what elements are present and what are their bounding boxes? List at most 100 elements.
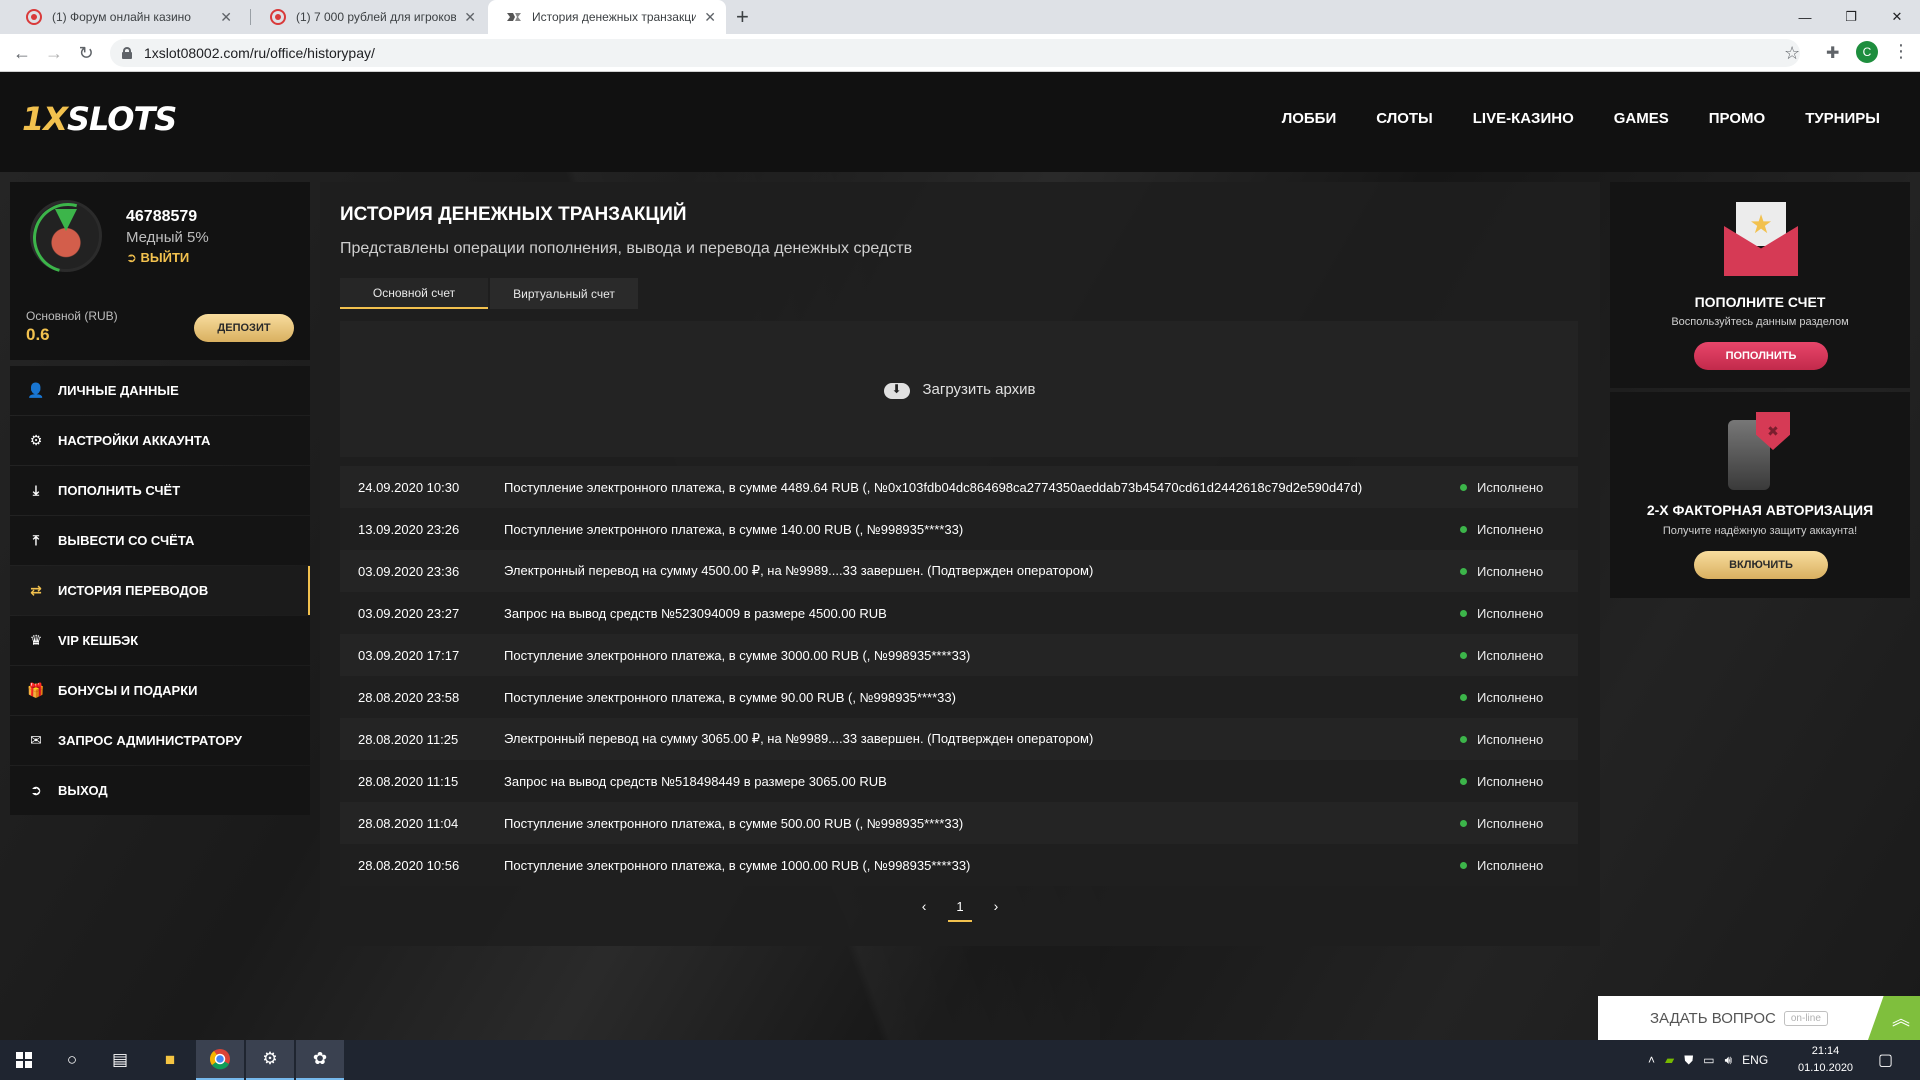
status-dot-icon [1460, 735, 1467, 743]
menu-bonuses[interactable]: 🎁 БОНУСЫ И ПОДАРКИ [10, 666, 310, 715]
clock[interactable]: 21:14 01.10.2020 [1798, 1043, 1853, 1077]
status-label: Исполнено [1477, 479, 1544, 495]
minimize-button[interactable]: — [1782, 0, 1828, 34]
language-indicator[interactable]: ENG [1742, 1053, 1768, 1067]
row-status: Исполнено [1460, 774, 1578, 789]
back-icon[interactable]: ← [10, 41, 34, 65]
site-header: 1XSLOTS ЛОББИ СЛОТЫ LIVE-КАЗИНО GAMES ПР… [0, 72, 1920, 172]
nav-lobby[interactable]: ЛОББИ [1282, 110, 1337, 127]
menu-admin-request[interactable]: ✉ ЗАПРОС АДМИНИСТРАТОРУ [10, 716, 310, 765]
gift-icon: 🎁 [27, 682, 45, 698]
menu-label: ВЫХОД [58, 783, 108, 798]
rank-medal-icon [30, 200, 102, 272]
upload-icon: ⤒ [32, 532, 40, 548]
phone-shield-icon: ✖ [1728, 412, 1802, 492]
nav-slots[interactable]: СЛОТЫ [1376, 110, 1433, 127]
nvidia-icon[interactable]: ▰ [1665, 1053, 1674, 1067]
extensions-icon[interactable]: ✚ [1826, 43, 1839, 63]
two-factor-widget: ✖ 2-Х ФАКТОРНАЯ АВТОРИЗАЦИЯ Получите над… [1610, 392, 1910, 598]
menu-deposit[interactable]: ⤓ ПОПОЛНИТЬ СЧЁТ [10, 466, 310, 515]
notifications-icon[interactable]: ▢ [1878, 1040, 1893, 1080]
tab-main-account[interactable]: Основной счет [340, 278, 488, 309]
widget-text: Получите надёжную защиту аккаунта! [1662, 525, 1858, 537]
table-row: 13.09.2020 23:26 Поступление электронного… [340, 508, 1578, 550]
table-row: 28.08.2020 23:58 Поступление электронного… [340, 676, 1578, 718]
gears-icon: ⚙ [29, 432, 43, 448]
top-up-button[interactable]: ПОПОЛНИТЬ [1694, 342, 1828, 370]
browser-tab-bonus[interactable]: (1) 7 000 рублей для игроков в ✕ [252, 0, 486, 34]
prev-page-icon[interactable]: ‹ [922, 898, 927, 922]
site-logo[interactable]: 1XSLOTS [22, 100, 177, 138]
row-status: Исполнено [1460, 522, 1578, 537]
status-dot-icon [1460, 861, 1467, 869]
tray-expand-icon[interactable]: ˄ [1648, 1053, 1655, 1067]
transactions-table: 24.09.2020 10:30 Поступление электронного… [340, 466, 1578, 886]
menu-withdraw[interactable]: ⤒ ВЫВЕСТИ СО СЧЁТА [10, 516, 310, 565]
network-icon[interactable]: ▭ [1703, 1053, 1714, 1067]
forward-icon[interactable]: → [42, 41, 66, 65]
search-icon[interactable]: ○ [48, 1040, 96, 1080]
steam-icon[interactable]: ⚙ [246, 1040, 294, 1080]
status-dot-icon [1460, 819, 1467, 827]
browser-menu-icon[interactable]: ⋮ [1892, 41, 1910, 62]
online-badge: on-line [1783, 1010, 1828, 1026]
status-label: Исполнено [1477, 689, 1544, 705]
enable-2fa-button[interactable]: ВКЛЮЧИТЬ [1694, 551, 1828, 579]
app-icon[interactable]: ✿ [296, 1040, 344, 1080]
windows-start-icon[interactable] [0, 1040, 48, 1080]
page-number[interactable]: 1 [948, 899, 972, 922]
browser-tab-history[interactable]: История денежных транзакций ✕ [488, 0, 726, 34]
nav-promo[interactable]: ПРОМО [1709, 110, 1765, 127]
tab-close-icon[interactable]: ✕ [464, 9, 476, 26]
logout-link[interactable]: ➲ ВЫЙТИ [126, 250, 189, 266]
tab-close-icon[interactable]: ✕ [704, 9, 716, 26]
exit-icon: ➲ [30, 782, 42, 798]
bookmark-star-icon[interactable]: ☆ [1784, 43, 1800, 64]
download-archive-button[interactable]: Загрузить архив [340, 321, 1578, 457]
deposit-button[interactable]: ДЕПОЗИТ [194, 314, 294, 342]
menu-exit[interactable]: ➲ ВЫХОД [10, 766, 310, 815]
restore-button[interactable]: ❐ [1828, 0, 1874, 34]
user-icon: 👤 [27, 382, 45, 398]
next-page-icon[interactable]: › [994, 898, 999, 922]
menu-transfer-history[interactable]: ⇄ ИСТОРИЯ ПЕРЕВОДОВ [10, 566, 310, 615]
taskbar: ○ ▤ ■ ⚙ ✿ ˄ ▰ ⛊ ▭ 🔊︎ ENG 21:14 01.10.202… [0, 1040, 1920, 1080]
new-tab-button[interactable]: + [736, 4, 749, 30]
browser-tab-forum[interactable]: (1) Форум онлайн казино ✕ [8, 0, 242, 34]
nav-games[interactable]: GAMES [1614, 110, 1669, 127]
status-dot-icon [1460, 483, 1467, 491]
row-date: 03.09.2020 23:27 [358, 605, 460, 621]
close-window-button[interactable]: ✕ [1874, 0, 1920, 34]
reload-icon[interactable]: ↻ [74, 41, 98, 65]
tab-virtual-account[interactable]: Виртуальный счет [490, 278, 638, 309]
row-status: Исполнено [1460, 606, 1578, 621]
ask-question-button[interactable]: ЗАДАТЬ ВОПРОС on-line [1598, 996, 1910, 1040]
history-panel: ИСТОРИЯ ДЕНЕЖНЫХ ТРАНЗАКЦИЙ Представлены… [320, 182, 1600, 946]
menu-account-settings[interactable]: ⚙ НАСТРОЙКИ АККАУНТА [10, 416, 310, 465]
tab-close-icon[interactable]: ✕ [220, 9, 232, 26]
nav-tournaments[interactable]: ТУРНИРЫ [1805, 110, 1880, 127]
file-explorer-icon[interactable]: ■ [146, 1040, 194, 1080]
menu-vip-cashback[interactable]: ♛ VIP КЕШБЭК [10, 616, 310, 665]
menu-label: VIP КЕШБЭК [58, 633, 139, 648]
logo-suffix: SLOTS [66, 100, 177, 138]
logout-label: ВЫЙТИ [140, 250, 190, 265]
chrome-icon[interactable] [196, 1040, 244, 1080]
status-dot-icon [1460, 777, 1467, 785]
profile-avatar[interactable]: C [1856, 41, 1878, 63]
url-input[interactable]: 1xslot08002.com/ru/office/historypay/ [110, 39, 1800, 67]
volume-icon[interactable]: 🔊︎ [1725, 1053, 1733, 1068]
page-title: ИСТОРИЯ ДЕНЕЖНЫХ ТРАНЗАКЦИЙ [340, 204, 687, 225]
nav-live-casino[interactable]: LIVE-КАЗИНО [1473, 110, 1574, 127]
row-date: 28.08.2020 23:58 [358, 689, 460, 705]
user-rank: Медный 5% [126, 229, 209, 246]
tab-title: История денежных транзакций [532, 10, 697, 24]
widget-title: ПОПОЛНИТЕ СЧЕТ [1694, 294, 1826, 310]
defender-icon[interactable]: ⛊ [1684, 1053, 1693, 1068]
menu-personal-data[interactable]: 👤 ЛИЧНЫЕ ДАННЫЕ [10, 366, 310, 415]
casino-favicon-icon [270, 9, 286, 25]
status-label: Исполнено [1477, 857, 1544, 873]
row-date: 03.09.2020 17:17 [358, 647, 460, 663]
task-view-icon[interactable]: ▤ [96, 1040, 144, 1080]
mail-icon: ✉ [30, 732, 42, 748]
